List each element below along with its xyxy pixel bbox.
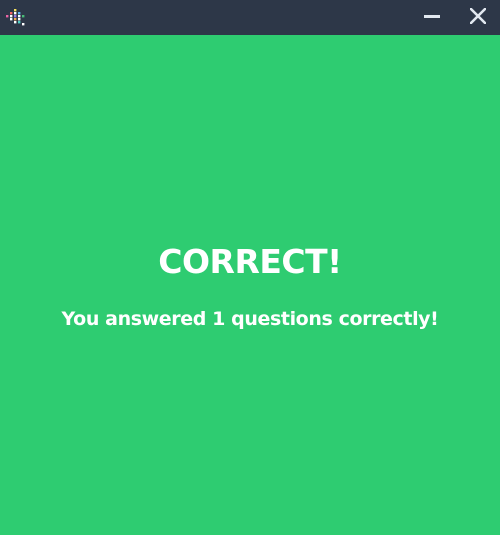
- result-panel: CORRECT! You answered 1 questions correc…: [0, 35, 500, 535]
- title-bar[interactable]: [0, 0, 500, 35]
- close-button[interactable]: [465, 5, 491, 31]
- result-message: You answered 1 questions correctly!: [61, 308, 439, 330]
- close-icon: [469, 7, 487, 28]
- minimize-icon: [424, 8, 440, 28]
- result-heading: CORRECT!: [158, 242, 342, 281]
- app-logo-icon: [5, 9, 27, 27]
- minimize-button[interactable]: [419, 5, 445, 31]
- app-window: CORRECT! You answered 1 questions correc…: [0, 0, 500, 535]
